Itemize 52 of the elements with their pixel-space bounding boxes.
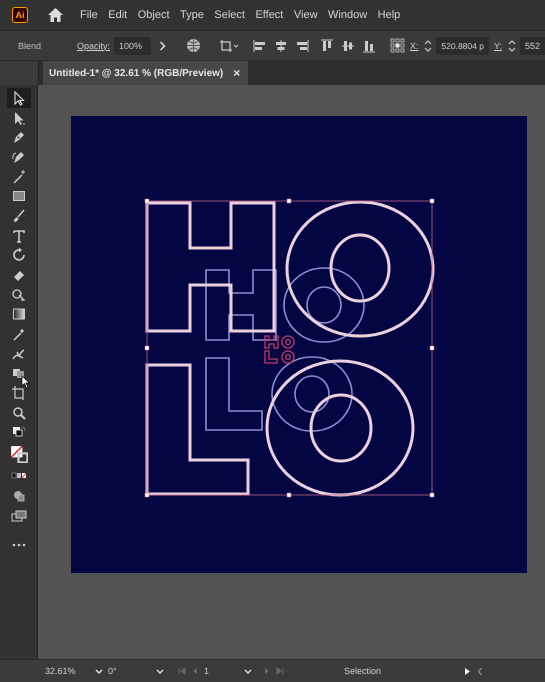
menu-item[interactable]: Object [138, 9, 170, 21]
play-icon[interactable] [464, 666, 471, 676]
home-icon[interactable] [47, 7, 64, 23]
screen-mode-icon[interactable] [10, 508, 26, 524]
menu-item[interactable]: File [80, 9, 98, 21]
chevron-left-icon[interactable] [477, 666, 483, 676]
opacity-field[interactable]: 100% [114, 36, 151, 54]
align-left-icon[interactable] [252, 38, 267, 52]
stepper-icon[interactable] [508, 38, 516, 52]
menu-item[interactable]: Effect [255, 9, 284, 21]
menu-item[interactable]: Select [214, 9, 245, 21]
chevron-down-icon[interactable] [156, 668, 164, 674]
tool-button[interactable] [6, 88, 30, 108]
stepper-icon[interactable] [424, 38, 432, 52]
x-field[interactable]: 520.8804 p [436, 36, 489, 54]
align-middle-icon[interactable] [340, 38, 355, 52]
y-label: Y: [494, 40, 502, 50]
rotation-field[interactable]: 0° [108, 666, 117, 676]
type-icon[interactable] [10, 228, 26, 244]
selection-type-label: Blend [18, 40, 42, 50]
transform-icon[interactable] [218, 38, 239, 52]
document-tab[interactable]: Untitled-1* @ 32.61 % (RGB/Preview) × [43, 61, 248, 85]
eyedropper-icon[interactable] [10, 326, 26, 342]
menu-item[interactable]: Edit [108, 9, 128, 21]
menu-item[interactable]: View [294, 9, 318, 21]
align-center-icon[interactable] [274, 38, 288, 52]
zoom-icon[interactable] [10, 404, 26, 421]
magic-wand-icon[interactable] [10, 168, 26, 185]
menu-item[interactable]: Type [180, 9, 204, 21]
zoom-level-field[interactable]: 32.61% [45, 666, 76, 676]
opacity-label[interactable]: Opacity: [77, 40, 110, 50]
artboard-number-field[interactable]: 1 [204, 666, 210, 676]
align-bottom-icon[interactable] [362, 38, 376, 52]
chevron-down-icon[interactable] [244, 668, 252, 674]
reference-point-icon[interactable] [390, 38, 405, 53]
align-right-icon[interactable] [294, 38, 309, 52]
gradient-icon[interactable] [10, 306, 26, 322]
shape-builder-icon[interactable] [10, 286, 26, 303]
close-button[interactable]: × [233, 66, 240, 80]
y-field[interactable]: 552 [520, 36, 545, 54]
mouse-cursor-icon [21, 375, 31, 389]
globe-icon[interactable] [186, 38, 201, 53]
align-top-icon[interactable] [320, 38, 334, 52]
rotate-icon[interactable] [10, 247, 26, 264]
menu-item[interactable]: Window [328, 9, 368, 21]
app-logo: Ai [12, 7, 28, 23]
chevron-right-icon[interactable] [158, 40, 166, 50]
menu-item[interactable]: Help [378, 9, 400, 21]
current-tool-label[interactable]: Selection [344, 666, 464, 676]
x-label: X: [410, 40, 418, 50]
chevron-down-icon[interactable] [95, 668, 103, 674]
artboard-icon[interactable] [10, 385, 26, 402]
